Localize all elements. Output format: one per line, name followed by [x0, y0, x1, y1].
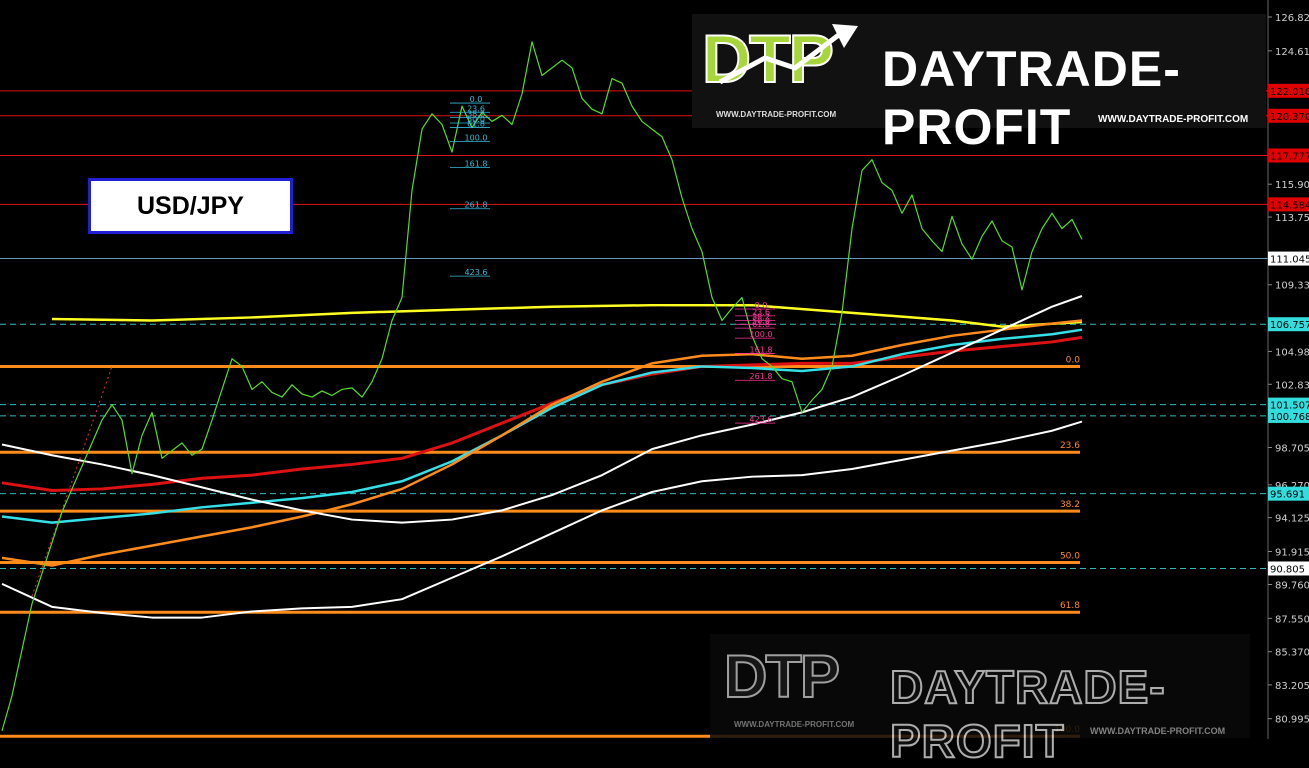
fib-extension-mid-label: 423.6	[750, 415, 773, 424]
fib-extension-top-label: 423.6	[465, 268, 488, 277]
fib-level-label: 50.0	[1060, 551, 1080, 561]
y-tick-label: 124.610	[1275, 47, 1309, 58]
logo-url-bottom-left: WWW.DAYTRADE-PROFIT.COM	[734, 720, 855, 729]
y-tick-label: 91.915	[1275, 547, 1309, 558]
arrow-up-icon	[718, 24, 858, 85]
brand-logo-bottom: DTP DAYTRADE-PROFIT WWW.DAYTRADE-PROFIT.…	[710, 634, 1250, 768]
price-label: 100.768	[1270, 412, 1309, 423]
fib-level-label: 0.0	[1066, 355, 1081, 365]
y-tick-label: 98.705	[1275, 444, 1309, 455]
logo-word-top: DAYTRADE-PROFIT	[882, 41, 1181, 155]
y-tick-label: 85.370	[1275, 648, 1309, 659]
fib-extension-mid-label: 261.8	[750, 372, 773, 381]
fib-level-label: 38.2	[1060, 500, 1080, 510]
y-tick-label: 115.900	[1275, 180, 1309, 191]
logo-mark-bottom: DTP	[723, 642, 841, 711]
fib-level-label: 61.8	[1060, 601, 1080, 611]
y-tick-label: 94.125	[1275, 514, 1309, 525]
logo-url-bottom-right: WWW.DAYTRADE-PROFIT.COM	[1090, 726, 1226, 736]
logo-url-right: WWW.DAYTRADE-PROFIT.COM	[1098, 114, 1249, 125]
y-tick-label: 83.205	[1275, 681, 1309, 692]
price-label: 106.757	[1270, 320, 1309, 331]
instrument-label-box: USD/JPY	[88, 178, 293, 234]
price-label: 111.045	[1270, 255, 1309, 266]
fib-level-label: 23.6	[1060, 441, 1080, 451]
fibonacci-labels: 0.023.638.250.061.8100.0161.8261.8423.60…	[450, 95, 775, 424]
y-tick-label: 80.995	[1275, 715, 1309, 726]
y-tick-label: 89.760	[1275, 580, 1309, 591]
moving-average-line	[51, 303, 1083, 328]
y-tick-label: 113.755	[1275, 213, 1309, 224]
fib-extension-mid-label: 61.8	[752, 320, 770, 329]
y-tick-label: 109.335	[1275, 281, 1309, 292]
instrument-label: USD/JPY	[137, 191, 244, 220]
moving-average-line	[1, 295, 1083, 524]
fib-extension-top-label: 0.0	[470, 95, 483, 104]
y-tick-label: 87.550	[1275, 614, 1309, 625]
fib-extension-top-label: 100.0	[465, 133, 488, 142]
price-label: 114.584	[1270, 200, 1309, 211]
price-label: 117.777	[1270, 151, 1309, 162]
logo-word-bottom: DAYTRADE-PROFIT	[889, 660, 1166, 768]
price-label: 95.691	[1270, 490, 1305, 501]
fib-extension-top-label: 261.8	[465, 201, 488, 210]
moving-average-line	[1, 319, 1083, 567]
price-axis: 126.820 124.610 115.900 113.755 109.335 104.9…	[1267, 0, 1309, 739]
price-label: 122.010	[1270, 87, 1309, 98]
brand-logo-top: DTP DAYTRADE-PROFIT WWW.DAYTRADE-PROFIT.…	[692, 14, 1266, 155]
logo-url-left: WWW.DAYTRADE-PROFIT.COM	[716, 110, 837, 119]
price-label: 90.805	[1270, 564, 1305, 575]
fib-extension-mid-label: 161.8	[750, 345, 773, 354]
y-tick-label: 102.835	[1275, 380, 1309, 391]
fib-extension-top-label: 161.8	[465, 159, 488, 168]
y-tick-label: 104.980	[1275, 347, 1309, 358]
price-label: 120.370	[1270, 112, 1309, 123]
fib-extension-mid-label: 100.0	[750, 330, 773, 339]
fib-extension-top-label: 61.8	[467, 120, 485, 129]
y-tick-label: 126.820	[1275, 13, 1309, 24]
